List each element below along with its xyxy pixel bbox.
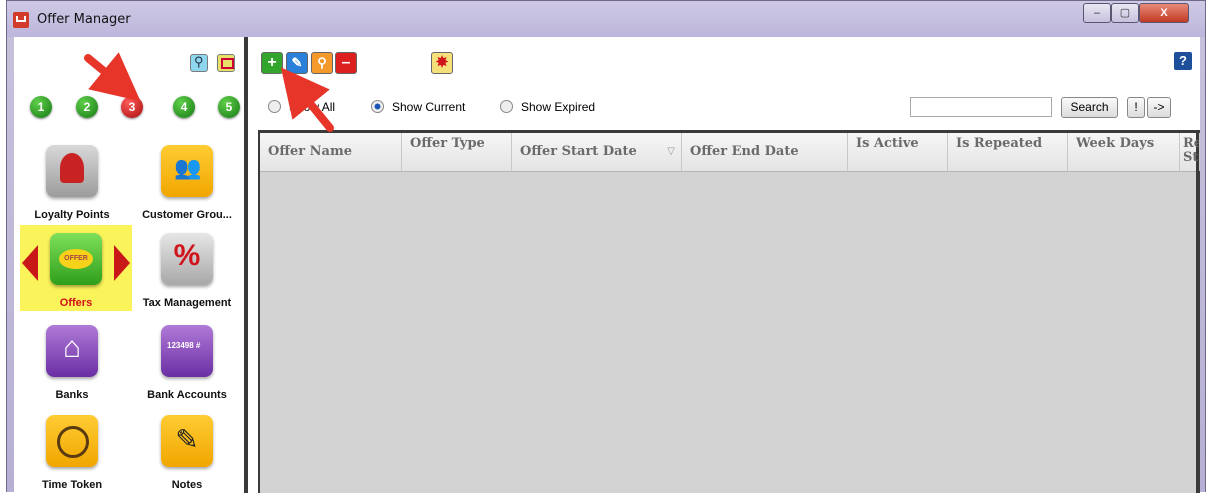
exclaim-button[interactable]: ! <box>1127 97 1145 118</box>
column-offer-name[interactable]: Offer Name <box>260 133 402 171</box>
radio-label: Show All <box>289 100 336 114</box>
percent-icon <box>161 233 213 285</box>
tile-label: Bank Accounts <box>147 389 227 401</box>
page-2-button[interactable]: 2 <box>76 96 98 118</box>
search-icon[interactable] <box>190 54 208 72</box>
radio-show-current[interactable]: Show Current <box>371 100 465 114</box>
column-re-st[interactable]: Re St <box>1180 133 1200 171</box>
search-button[interactable]: Search <box>1061 97 1118 118</box>
bank-building-icon <box>46 325 98 377</box>
find-offer-button[interactable]: ⚲ <box>311 52 333 74</box>
radio-label: Show Expired <box>521 100 596 114</box>
close-button[interactable]: X <box>1139 3 1189 23</box>
tile-time-token[interactable]: Time Token <box>16 407 128 493</box>
edit-offer-button[interactable]: ✎ <box>286 52 308 74</box>
column-offer-type[interactable]: Offer Type <box>402 133 512 171</box>
app-window: Offer Manager – ▢ X 1 2 3 4 5 Loyalty Po… <box>6 0 1206 493</box>
tile-label: Offers <box>59 297 93 309</box>
previous-arrow-icon[interactable] <box>22 245 38 281</box>
page-5-button[interactable]: 5 <box>218 96 240 118</box>
help-button[interactable]: ? <box>1174 52 1192 70</box>
notepad-icon <box>161 415 213 467</box>
search-input[interactable] <box>910 97 1052 117</box>
radio-label: Show Current <box>392 100 466 114</box>
column-offer-end-date[interactable]: Offer End Date <box>682 133 848 171</box>
add-offer-button[interactable]: + <box>261 52 283 74</box>
radio-show-all[interactable]: Show All <box>268 100 335 114</box>
title-bar[interactable]: Offer Manager – ▢ X <box>7 1 1205 37</box>
tile-bank-accounts[interactable]: Bank Accounts <box>131 317 243 403</box>
left-panel: 1 2 3 4 5 Loyalty Points Customer Grou..… <box>14 37 248 493</box>
delete-offer-button[interactable]: – <box>335 52 357 74</box>
bank-card-icon <box>161 325 213 377</box>
client-area: 1 2 3 4 5 Loyalty Points Customer Grou..… <box>14 37 1200 493</box>
radio-dot <box>268 100 281 113</box>
offer-tag-icon <box>50 233 102 285</box>
next-arrow-icon[interactable] <box>114 245 130 281</box>
page-3-button[interactable]: 3 <box>121 96 143 118</box>
tile-customer-group[interactable]: Customer Grou... <box>131 137 243 223</box>
go-button[interactable]: -> <box>1147 97 1171 118</box>
page-1-button[interactable]: 1 <box>30 96 52 118</box>
tile-banks[interactable]: Banks <box>16 317 128 403</box>
filter-funnel-icon[interactable]: ▽ <box>667 145 675 159</box>
cart-app-icon <box>13 12 29 28</box>
offers-grid[interactable]: Offer Name Offer Type Offer Start Date ▽… <box>258 130 1200 493</box>
main-panel: + ✎ ⚲ – ✸ ? Show All Show Current Show E… <box>252 37 1200 493</box>
tile-tax-management[interactable]: Tax Management <box>131 225 243 311</box>
customer-group-icon <box>161 145 213 197</box>
tile-loyalty-points[interactable]: Loyalty Points <box>16 137 128 223</box>
minimize-button[interactable]: – <box>1083 3 1111 23</box>
tile-label: Loyalty Points <box>34 209 110 221</box>
column-is-active[interactable]: Is Active <box>848 133 948 171</box>
column-week-days[interactable]: Week Days <box>1068 133 1180 171</box>
tile-label: Time Token <box>41 479 103 491</box>
tile-label: Customer Grou... <box>142 209 232 221</box>
radio-show-expired[interactable]: Show Expired <box>500 100 595 114</box>
tile-label: Tax Management <box>142 297 232 309</box>
page-4-button[interactable]: 4 <box>173 96 195 118</box>
clock-icon <box>46 415 98 467</box>
window-title: Offer Manager <box>37 12 131 27</box>
windows-icon[interactable] <box>217 54 235 72</box>
maximize-button[interactable]: ▢ <box>1111 3 1139 23</box>
grid-header: Offer Name Offer Type Offer Start Date ▽… <box>260 133 1200 172</box>
loyalty-ribbon-icon <box>46 145 98 197</box>
column-offer-start-date[interactable]: Offer Start Date ▽ <box>512 133 682 171</box>
special-action-button[interactable]: ✸ <box>431 52 453 74</box>
tile-notes[interactable]: Notes <box>131 407 243 493</box>
radio-dot <box>500 100 513 113</box>
column-is-repeated[interactable]: Is Repeated <box>948 133 1068 171</box>
tile-label: Banks <box>55 389 89 401</box>
column-label: Offer Start Date <box>520 144 637 159</box>
tile-label: Notes <box>171 479 203 491</box>
tile-offers[interactable]: Offers <box>20 225 132 311</box>
radio-dot <box>371 100 384 113</box>
